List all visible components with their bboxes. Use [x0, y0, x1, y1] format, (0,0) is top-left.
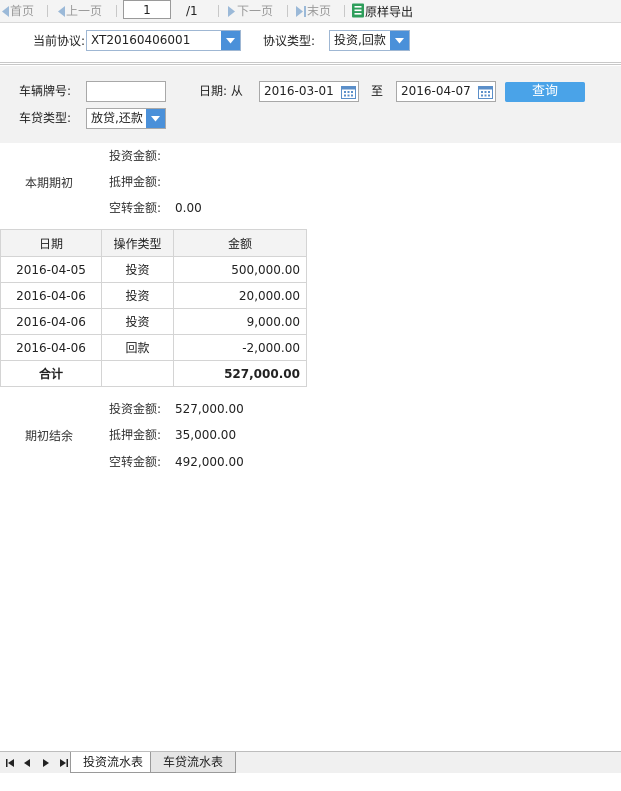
- cell-date: 2016-04-06: [0, 334, 102, 361]
- cell-type: 投资: [101, 256, 174, 283]
- excel-export-icon: [352, 3, 364, 18]
- page-total: /1: [186, 4, 198, 18]
- cell-date: 2016-04-06: [0, 308, 102, 335]
- loan-type-select[interactable]: 放贷,还款: [86, 108, 166, 129]
- calendar-icon[interactable]: [340, 83, 357, 100]
- table-row: 2016-04-05 投资 500,000.00: [0, 256, 307, 283]
- closing-idle-label: 空转金额:: [109, 455, 162, 469]
- chevron-down-icon[interactable]: [390, 31, 409, 50]
- col-header-type: 操作类型: [101, 229, 174, 257]
- last-page-button[interactable]: 末页: [295, 3, 331, 19]
- bottom-strip: [0, 773, 621, 791]
- closing-mortgage-value: 35,000.00: [175, 428, 237, 442]
- protocol-type-select[interactable]: 投资,回款: [329, 30, 410, 51]
- date-to-input[interactable]: 2016-04-07: [396, 81, 496, 102]
- col-header-amount: 金额: [173, 229, 307, 257]
- prev-sheet-icon[interactable]: [21, 756, 35, 768]
- report-toolbar: 首页 上一页 /1 下一页 末页 原样导出: [0, 0, 621, 23]
- next-page-button[interactable]: 下一页: [227, 3, 273, 19]
- opening-invest-label: 投资金额:: [109, 149, 162, 163]
- col-header-date: 日期: [0, 229, 102, 257]
- query-button[interactable]: 查询: [505, 82, 585, 102]
- cell-amount: 500,000.00: [173, 256, 307, 283]
- protocol-type-value: 投资,回款: [334, 33, 386, 47]
- date-from-value: 2016-03-01: [264, 84, 334, 98]
- opening-mortgage-label: 抵押金额:: [109, 175, 162, 189]
- page-number-input[interactable]: [123, 0, 171, 19]
- table-total-row: 合计 527,000.00: [0, 360, 307, 387]
- date-from-input[interactable]: 2016-03-01: [259, 81, 359, 102]
- chevron-down-icon[interactable]: [221, 31, 240, 50]
- total-value: 527,000.00: [173, 360, 307, 387]
- opening-idle-value: 0.00: [175, 201, 202, 215]
- loan-type-value: 放贷,还款: [91, 111, 143, 125]
- chevron-down-icon[interactable]: [146, 109, 165, 128]
- opening-title: 本期期初: [25, 176, 74, 190]
- current-protocol-select[interactable]: XT20160406001: [86, 30, 241, 51]
- protocol-type-label: 协议类型:: [263, 34, 316, 48]
- closing-invest-value: 527,000.00: [175, 402, 244, 416]
- closing-title: 期初结余: [25, 429, 74, 443]
- toolbar-separator: [287, 5, 288, 17]
- cell-type: 回款: [101, 334, 174, 361]
- table-row: 2016-04-06 回款 -2,000.00: [0, 334, 307, 361]
- closing-invest-label: 投资金额:: [109, 402, 162, 416]
- tab-invest-flow[interactable]: 投资流水表: [70, 752, 157, 773]
- tab-loan-flow[interactable]: 车贷流水表: [150, 752, 237, 773]
- last-sheet-icon[interactable]: [56, 756, 70, 768]
- toolbar-separator: [218, 5, 219, 17]
- next-sheet-icon[interactable]: [39, 756, 53, 768]
- cell-date: 2016-04-06: [0, 282, 102, 309]
- toolbar-separator: [344, 5, 345, 17]
- table-header-row: 日期 操作类型 金额: [0, 229, 307, 257]
- date-from-label: 日期: 从: [199, 84, 243, 98]
- first-page-button[interactable]: 首页: [0, 3, 34, 19]
- table-row: 2016-04-06 投资 9,000.00: [0, 308, 307, 335]
- first-sheet-icon[interactable]: [3, 756, 17, 768]
- calendar-icon[interactable]: [477, 83, 494, 100]
- table-row: 2016-04-06 投资 20,000.00: [0, 282, 307, 309]
- date-to-value: 2016-04-07: [401, 84, 471, 98]
- prev-page-button[interactable]: 上一页: [56, 3, 102, 19]
- cell-date: 2016-04-05: [0, 256, 102, 283]
- section-divider: [0, 62, 621, 65]
- current-protocol-value: XT20160406001: [91, 33, 191, 47]
- toolbar-separator: [116, 5, 117, 17]
- protocol-row: 当前协议: XT20160406001 协议类型: 投资,回款: [0, 23, 621, 63]
- date-to-label: 至: [371, 84, 384, 98]
- loan-type-label: 车贷类型:: [19, 111, 72, 125]
- first-page-icon: [2, 6, 9, 17]
- prev-page-label: 上一页: [66, 4, 103, 18]
- next-page-label: 下一页: [237, 4, 274, 18]
- last-page-label: 末页: [307, 4, 332, 18]
- total-empty-cell: [101, 360, 174, 387]
- total-label: 合计: [0, 360, 102, 387]
- plate-label: 车辆牌号:: [19, 84, 72, 98]
- cell-amount: -2,000.00: [173, 334, 307, 361]
- opening-idle-label: 空转金额:: [109, 201, 162, 215]
- sheet-tab-bar: 投资流水表 车贷流水表: [0, 751, 621, 774]
- flow-table: 日期 操作类型 金额 2016-04-05 投资 500,000.00 2016…: [0, 229, 307, 387]
- closing-mortgage-label: 抵押金额:: [109, 428, 162, 442]
- cell-type: 投资: [101, 282, 174, 309]
- cell-amount: 9,000.00: [173, 308, 307, 335]
- plate-input[interactable]: [86, 81, 166, 102]
- export-label: 原样导出: [365, 5, 414, 19]
- next-page-icon: [228, 6, 235, 17]
- toolbar-separator: [47, 5, 48, 17]
- cell-type: 投资: [101, 308, 174, 335]
- closing-idle-value: 492,000.00: [175, 455, 244, 469]
- filter-panel: 车辆牌号: 日期: 从 2016-03-01 至 2016-04-07 查询 车…: [0, 66, 621, 143]
- cell-amount: 20,000.00: [173, 282, 307, 309]
- last-page-icon: [296, 6, 306, 17]
- first-page-label: 首页: [10, 4, 35, 18]
- export-button[interactable]: 原样导出: [351, 3, 413, 19]
- prev-page-icon: [58, 6, 65, 17]
- sheet-nav: [3, 756, 70, 770]
- current-protocol-label: 当前协议:: [33, 34, 86, 48]
